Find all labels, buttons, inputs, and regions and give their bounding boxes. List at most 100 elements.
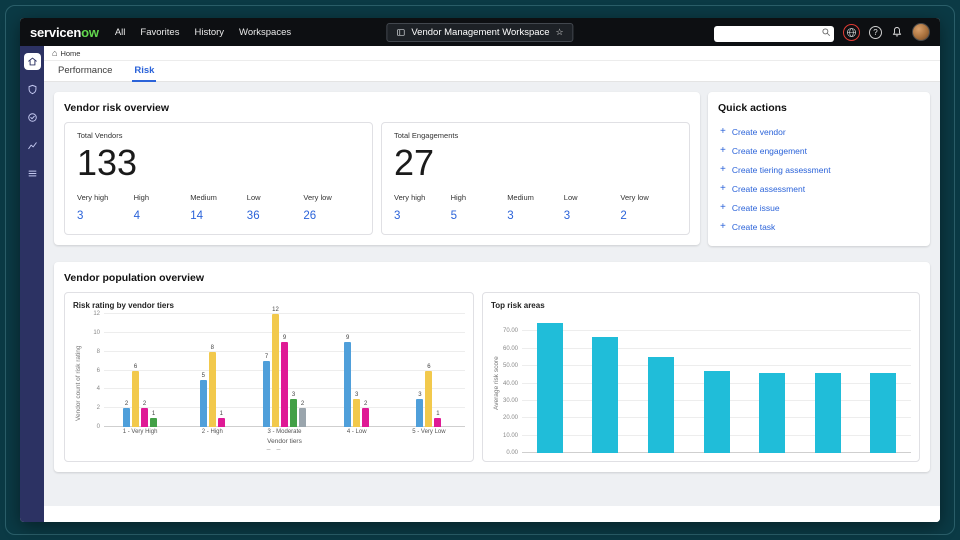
globe-icon[interactable] xyxy=(843,23,860,41)
bar[interactable] xyxy=(362,408,370,427)
bar-group xyxy=(855,314,911,453)
bar-group: 3 6 1 xyxy=(393,314,465,427)
breakdown-value[interactable]: 3 xyxy=(564,210,621,222)
sidebar-item-lists[interactable] xyxy=(24,165,41,182)
bar[interactable] xyxy=(536,322,563,453)
bar[interactable] xyxy=(141,408,149,427)
x-tick-label: 1 - Very High xyxy=(122,429,158,435)
bar-groups xyxy=(522,314,911,453)
create-vendor-link[interactable]: + Create vendor xyxy=(718,122,920,141)
bar-group xyxy=(800,314,856,453)
link-label: Create issue xyxy=(731,202,780,213)
y-axis-title: Average risk score xyxy=(493,356,500,411)
nav-workspaces[interactable]: Workspaces xyxy=(239,27,291,38)
breakdown-col: Very high 3 xyxy=(394,193,451,222)
create-engagement-link[interactable]: + Create engagement xyxy=(718,141,920,160)
bar[interactable] xyxy=(344,342,352,427)
bar[interactable] xyxy=(263,361,270,427)
top-row: Vendor risk overview Total Vendors 133 V… xyxy=(54,92,930,246)
stat-row: Total Vendors 133 Very high 3 High 4 Mediu… xyxy=(64,122,690,236)
breakdown-value[interactable]: 3 xyxy=(507,210,564,222)
nav-history[interactable]: History xyxy=(194,27,224,38)
bar[interactable] xyxy=(647,357,674,453)
y-tick-label: 10.00 xyxy=(502,432,518,439)
nav-all[interactable]: All xyxy=(115,27,126,38)
y-tick-label: 10 xyxy=(93,329,100,336)
bar[interactable] xyxy=(208,351,216,427)
breakdown-value[interactable]: 3 xyxy=(77,210,134,222)
bar-column: 2 xyxy=(123,314,131,427)
bar[interactable] xyxy=(150,417,158,427)
x-axis-title: Vendor tiers xyxy=(267,438,302,445)
bar-value-label: 8 xyxy=(210,344,214,351)
bar-column: 2 xyxy=(299,314,307,427)
bar-column: 3 xyxy=(353,314,361,427)
breakdown-label: Medium xyxy=(507,193,534,203)
create-assessment-link[interactable]: + Create assessment xyxy=(718,179,920,198)
bar[interactable] xyxy=(592,336,619,453)
tab-performance[interactable]: Performance xyxy=(56,61,114,82)
y-axis-title: Vendor count of risk rating xyxy=(75,345,82,422)
home-icon[interactable]: ⌂ xyxy=(52,48,57,58)
create-issue-link[interactable]: + Create issue xyxy=(718,198,920,217)
bar[interactable] xyxy=(123,408,131,427)
create-task-link[interactable]: + Create task xyxy=(718,217,920,236)
sidebar-item-home[interactable] xyxy=(23,53,41,70)
favorite-star-icon[interactable]: ☆ xyxy=(556,27,564,38)
bar[interactable] xyxy=(217,417,225,427)
breakdown-value[interactable]: 26 xyxy=(303,210,360,222)
bar[interactable] xyxy=(814,373,841,453)
total-engagements-card[interactable]: Total Engagements 27 Very high 3 High 5 Me… xyxy=(381,122,690,236)
breakdown-label: Medium xyxy=(190,193,217,203)
bar-value-label: 2 xyxy=(364,401,368,408)
sidebar-item-assessments[interactable] xyxy=(24,109,41,126)
notifications-bell-icon[interactable] xyxy=(891,26,903,38)
chart-pager[interactable]: – – xyxy=(84,446,465,453)
globe-glyph xyxy=(847,27,856,37)
sidebar-item-analytics[interactable] xyxy=(24,137,41,154)
bar[interactable] xyxy=(434,417,442,427)
breakdown-value[interactable]: 36 xyxy=(247,210,304,222)
user-avatar[interactable] xyxy=(912,23,930,41)
bar[interactable] xyxy=(290,398,297,427)
y-tick-label: 20.00 xyxy=(502,415,518,422)
breakdown-value[interactable]: 14 xyxy=(190,210,247,222)
bar[interactable] xyxy=(281,342,288,427)
breakdown-col: Medium 14 xyxy=(190,193,247,222)
total-vendors-card[interactable]: Total Vendors 133 Very high 3 High 4 Mediu… xyxy=(64,122,373,236)
breakdown-value[interactable]: 5 xyxy=(451,210,508,222)
y-tick-label: 4 xyxy=(96,386,100,393)
y-tick-label: 8 xyxy=(96,348,100,355)
tab-risk[interactable]: Risk xyxy=(132,61,157,82)
bar[interactable] xyxy=(870,373,897,453)
breakdown-value[interactable]: 2 xyxy=(620,210,677,222)
bar[interactable] xyxy=(132,370,140,427)
servicenow-logo[interactable]: servicenow xyxy=(30,25,99,40)
bar-value-label: 3 xyxy=(418,391,422,398)
bar[interactable] xyxy=(299,408,306,427)
window-body: ⌂ Home Performance Risk Vendor risk over… xyxy=(20,46,940,522)
bar[interactable] xyxy=(199,379,207,427)
nav-favorites[interactable]: Favorites xyxy=(140,27,179,38)
bar[interactable] xyxy=(759,373,786,453)
bar[interactable] xyxy=(425,370,433,427)
help-glyph: ? xyxy=(873,27,878,37)
workspace-switcher[interactable]: Vendor Management Workspace ☆ xyxy=(386,22,574,42)
breakdown-value[interactable]: 4 xyxy=(134,210,191,222)
search-icon[interactable] xyxy=(821,27,831,37)
help-icon[interactable]: ? xyxy=(869,25,882,39)
bar-column: 8 xyxy=(208,314,216,427)
bar-value-label: 1 xyxy=(151,410,156,417)
sidebar-item-shield[interactable] xyxy=(24,81,41,98)
breadcrumb-home[interactable]: Home xyxy=(60,49,80,58)
bar[interactable] xyxy=(353,398,361,427)
x-tick-label: 4 - Low xyxy=(346,429,367,435)
create-tiering-assessment-link[interactable]: + Create tiering assessment xyxy=(718,160,920,179)
bar-column: 7 xyxy=(263,314,271,427)
bar-value-label: 1 xyxy=(436,410,440,417)
breakdown-value[interactable]: 3 xyxy=(394,210,451,222)
search-input[interactable] xyxy=(714,26,834,42)
bar[interactable] xyxy=(272,314,279,427)
bar[interactable] xyxy=(703,371,730,453)
bar[interactable] xyxy=(416,398,424,427)
